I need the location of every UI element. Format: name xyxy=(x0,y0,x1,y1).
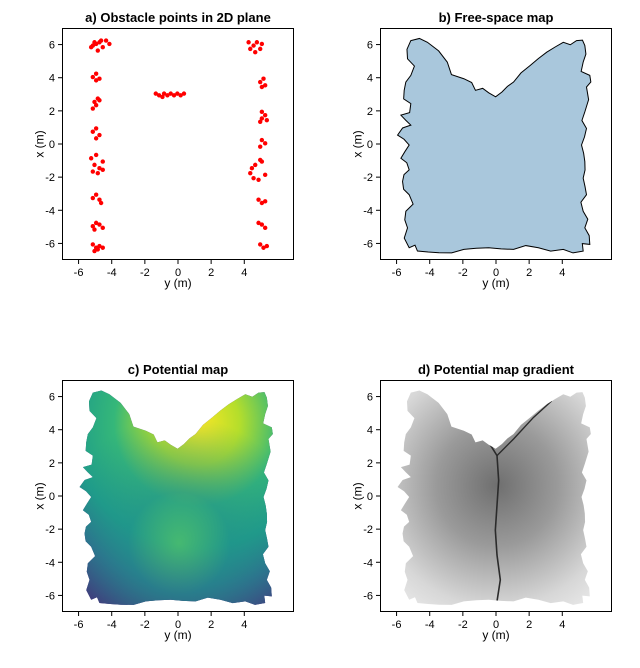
svg-text:-6: -6 xyxy=(392,619,402,631)
svg-text:4: 4 xyxy=(241,619,247,631)
svg-text:-6: -6 xyxy=(363,590,373,602)
svg-text:4: 4 xyxy=(49,73,55,85)
svg-text:6: 6 xyxy=(367,392,373,404)
svg-text:-4: -4 xyxy=(107,267,117,279)
panel-d: d) Potential map gradient x (m) y (m) -6… xyxy=(380,380,612,612)
svg-text:2: 2 xyxy=(367,106,373,118)
svg-text:2: 2 xyxy=(208,267,214,279)
svg-text:-6: -6 xyxy=(392,267,402,279)
svg-text:2: 2 xyxy=(49,106,55,118)
panel-c: c) Potential map x (m) y (m) -6-4-2024-6… xyxy=(62,380,294,612)
svg-text:2: 2 xyxy=(208,619,214,631)
svg-text:0: 0 xyxy=(493,267,499,279)
svg-text:0: 0 xyxy=(367,139,373,151)
panel-a: a) Obstacle points in 2D plane x (m) y (… xyxy=(62,28,294,260)
svg-text:-2: -2 xyxy=(363,172,373,184)
svg-text:-4: -4 xyxy=(425,267,435,279)
svg-text:-2: -2 xyxy=(140,267,150,279)
svg-text:4: 4 xyxy=(49,425,55,437)
svg-text:-2: -2 xyxy=(458,267,468,279)
svg-text:-6: -6 xyxy=(74,619,84,631)
svg-text:-6: -6 xyxy=(363,238,373,250)
svg-text:6: 6 xyxy=(49,40,55,52)
panel-d-ticks: -6 -4 -2 0 2 4 -6 -4 -2 0 2 4 6 xyxy=(340,374,620,654)
svg-text:4: 4 xyxy=(559,619,565,631)
panel-b: b) Free-space map x (m) y (m) -6-4-2024-… xyxy=(380,28,612,260)
panel-c-ticks: -6 -4 -2 0 2 4 -6 -4 -2 0 2 4 6 xyxy=(22,374,302,654)
svg-text:4: 4 xyxy=(559,267,565,279)
svg-text:0: 0 xyxy=(49,139,55,151)
svg-text:-6: -6 xyxy=(74,267,84,279)
svg-text:0: 0 xyxy=(175,267,181,279)
svg-text:2: 2 xyxy=(526,619,532,631)
svg-text:-4: -4 xyxy=(363,557,373,569)
svg-text:0: 0 xyxy=(49,491,55,503)
svg-text:0: 0 xyxy=(175,619,181,631)
svg-text:-4: -4 xyxy=(425,619,435,631)
svg-text:-6: -6 xyxy=(45,590,55,602)
svg-text:-4: -4 xyxy=(45,557,55,569)
svg-text:2: 2 xyxy=(526,267,532,279)
panel-b-ticks: -6 -4 -2 0 2 4 -6 -4 -2 0 2 4 6 xyxy=(340,22,620,302)
svg-text:6: 6 xyxy=(49,392,55,404)
svg-text:2: 2 xyxy=(49,458,55,470)
svg-text:4: 4 xyxy=(241,267,247,279)
svg-text:-4: -4 xyxy=(45,205,55,217)
svg-text:6: 6 xyxy=(367,40,373,52)
svg-text:-4: -4 xyxy=(107,619,117,631)
svg-text:-2: -2 xyxy=(45,172,55,184)
svg-text:-2: -2 xyxy=(363,524,373,536)
svg-text:0: 0 xyxy=(493,619,499,631)
svg-text:-2: -2 xyxy=(45,524,55,536)
svg-text:-2: -2 xyxy=(140,619,150,631)
svg-text:-4: -4 xyxy=(363,205,373,217)
svg-text:4: 4 xyxy=(367,425,373,437)
panel-a-ticks: -6 -4 -2 0 2 4 -6 -4 -2 0 2 4 6 xyxy=(22,22,302,302)
svg-text:4: 4 xyxy=(367,73,373,85)
svg-text:2: 2 xyxy=(367,458,373,470)
svg-text:0: 0 xyxy=(367,491,373,503)
figure-2x2: a) Obstacle points in 2D plane x (m) y (… xyxy=(0,0,640,668)
svg-text:-2: -2 xyxy=(458,619,468,631)
svg-text:-6: -6 xyxy=(45,238,55,250)
